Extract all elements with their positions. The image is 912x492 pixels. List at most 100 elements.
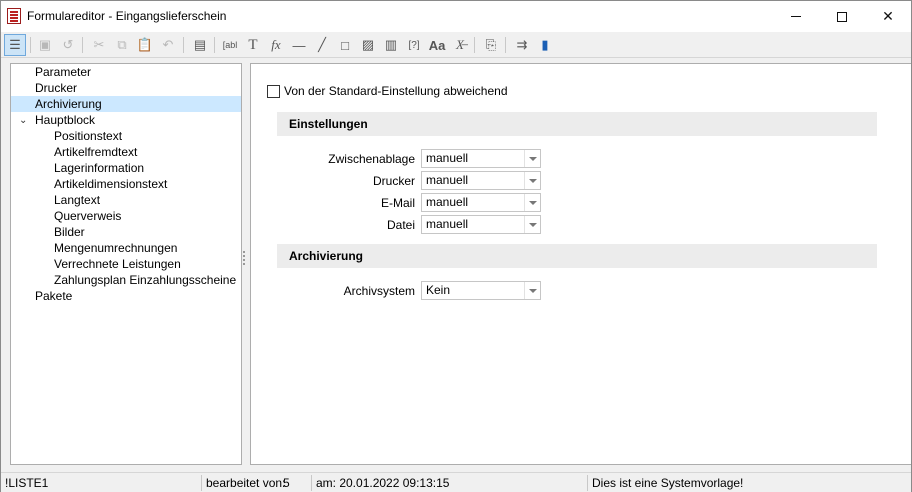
status-note: Dies ist eine Systemvorlage! xyxy=(592,476,744,490)
maximize-icon xyxy=(837,11,847,22)
undo-icon: ↶ xyxy=(162,37,174,52)
chevron-down-icon xyxy=(524,216,540,233)
formula-button[interactable]: fx xyxy=(265,34,287,56)
status-bar: !LISTE1 bearbeitet von: 5 am: 20.01.2022… xyxy=(1,472,911,492)
package-icon: ⎘ xyxy=(485,37,497,52)
diagonal-line-button[interactable]: ╱ xyxy=(311,34,333,56)
diagonal-line-icon: ╱ xyxy=(318,37,326,52)
app-icon xyxy=(7,8,21,24)
barcode-button[interactable]: ▥ xyxy=(380,34,402,56)
revert-icon: ↺ xyxy=(62,37,74,52)
tree-item-zahlungsplan[interactable]: Zahlungsplan Einzahlungsscheine xyxy=(54,272,236,288)
field-label-archivsystem: Archivsystem xyxy=(343,284,415,298)
toolbar-separator xyxy=(214,37,215,53)
minimize-button[interactable] xyxy=(773,1,819,32)
save-template-icon: ▮ xyxy=(541,37,549,52)
tree-item-artikeldimensionstext[interactable]: Artikeldimensionstext xyxy=(54,176,167,192)
tree-item-verrechnete-leistungen[interactable]: Verrechnete Leistungen xyxy=(54,256,181,272)
cut-icon: ✂ xyxy=(93,37,105,52)
toolbar-separator xyxy=(474,37,475,53)
settings-panel: Von der Standard-Einstellung abweichend … xyxy=(250,63,911,465)
copy-icon: ⧉ xyxy=(117,37,127,52)
undo-button[interactable]: ↶ xyxy=(157,34,179,56)
toolbar-separator xyxy=(183,37,184,53)
variable-icon: [?] xyxy=(408,39,420,51)
text-button[interactable]: T xyxy=(242,34,264,56)
window-title: Formulareditor - Eingangslieferschein xyxy=(27,9,227,23)
revert-button[interactable]: ↺ xyxy=(57,34,79,56)
status-edited-by-value: 5 xyxy=(283,476,290,490)
properties-button[interactable]: ▤ xyxy=(189,34,211,56)
font-icon: Aa xyxy=(428,37,446,53)
tree-item-pakete[interactable]: Pakete xyxy=(35,288,72,304)
text-icon: T xyxy=(248,36,258,53)
panel-splitter[interactable] xyxy=(243,251,246,271)
select-value: manuell xyxy=(426,195,469,209)
field-label-datei: Datei xyxy=(386,218,415,232)
save-icon: ▣ xyxy=(38,37,52,52)
paste-button[interactable]: 📋 xyxy=(134,34,156,56)
rectangle-icon: □ xyxy=(341,37,349,53)
export-button[interactable]: ⇉ xyxy=(511,34,533,56)
status-form-name: !LISTE1 xyxy=(5,476,49,490)
paste-icon: 📋 xyxy=(136,37,154,52)
chevron-down-icon[interactable]: ⌄ xyxy=(19,116,29,126)
font-button[interactable]: Aa xyxy=(426,34,448,56)
export-icon: ⇉ xyxy=(516,37,528,52)
rectangle-button[interactable]: □ xyxy=(334,34,356,56)
toolbar-separator xyxy=(30,37,31,53)
tree-item-drucker[interactable]: Drucker xyxy=(35,80,77,96)
tree-item-querverweis[interactable]: Querverweis xyxy=(54,208,121,224)
horizontal-line-button[interactable]: — xyxy=(288,34,310,56)
text-field-button[interactable]: [abl xyxy=(219,34,241,56)
status-date: am: 20.01.2022 09:13:15 xyxy=(316,476,450,490)
chevron-down-icon xyxy=(524,172,540,189)
properties-icon: ▤ xyxy=(193,37,207,52)
image-icon: ▨ xyxy=(361,37,375,52)
field-label-email: E-Mail xyxy=(380,196,415,210)
save-button[interactable]: ▣ xyxy=(34,34,56,56)
close-icon: ✕ xyxy=(882,8,894,24)
select-zwischenablage[interactable]: manuell xyxy=(421,149,541,168)
select-datei[interactable]: manuell xyxy=(421,215,541,234)
close-button[interactable]: ✕ xyxy=(865,1,911,32)
tree-item-parameter[interactable]: Parameter xyxy=(35,64,91,80)
formulareditor-window: Formulareditor - Eingangslieferschein ✕ … xyxy=(0,0,912,492)
tree-item-bilder[interactable]: Bilder xyxy=(54,224,85,240)
tree-view-icon: ☰ xyxy=(9,37,21,52)
save-template-button[interactable]: ▮ xyxy=(534,34,556,56)
field-label-drucker: Drucker xyxy=(372,174,415,188)
cut-button[interactable]: ✂ xyxy=(88,34,110,56)
section-header-einstellungen: Einstellungen xyxy=(277,112,877,136)
tree-item-archivierung[interactable]: Archivierung xyxy=(11,96,241,112)
toolbar-separator xyxy=(82,37,83,53)
maximize-button[interactable] xyxy=(819,1,865,32)
tree-item-positionstext[interactable]: Positionstext xyxy=(54,128,122,144)
select-value: manuell xyxy=(426,217,469,231)
clear-format-button[interactable]: X̶ xyxy=(449,34,471,56)
image-button[interactable]: ▨ xyxy=(357,34,379,56)
minimize-icon xyxy=(791,16,801,17)
section-header-archivierung: Archivierung xyxy=(277,244,877,268)
select-drucker[interactable]: manuell xyxy=(421,171,541,190)
tree-item-hauptblock[interactable]: Hauptblock xyxy=(35,112,95,128)
field-label-zwischenablage: Zwischenablage xyxy=(328,152,415,166)
override-checkbox[interactable] xyxy=(267,84,280,98)
override-checkbox-row[interactable]: Von der Standard-Einstellung abweichend xyxy=(267,84,508,98)
tree-item-langtext[interactable]: Langtext xyxy=(54,192,100,208)
tree-view-button[interactable]: ☰ xyxy=(4,34,26,56)
select-email[interactable]: manuell xyxy=(421,193,541,212)
tree-item-artikelfremdtext[interactable]: Artikelfremdtext xyxy=(54,144,137,160)
toolbar-separator xyxy=(505,37,506,53)
select-archivsystem[interactable]: Kein xyxy=(421,281,541,300)
chevron-down-icon xyxy=(524,150,540,167)
package-button[interactable]: ⎘ xyxy=(480,34,502,56)
horizontal-line-icon: — xyxy=(292,37,306,53)
variable-button[interactable]: [?] xyxy=(403,34,425,56)
tree-item-lagerinformation[interactable]: Lagerinformation xyxy=(54,160,144,176)
copy-button[interactable]: ⧉ xyxy=(111,34,133,56)
tree-item-mengenumrechnungen[interactable]: Mengenumrechnungen xyxy=(54,240,177,256)
status-edited-by-label: bearbeitet von: xyxy=(206,476,286,490)
select-value: Kein xyxy=(426,283,451,297)
formula-icon: fx xyxy=(271,37,281,52)
